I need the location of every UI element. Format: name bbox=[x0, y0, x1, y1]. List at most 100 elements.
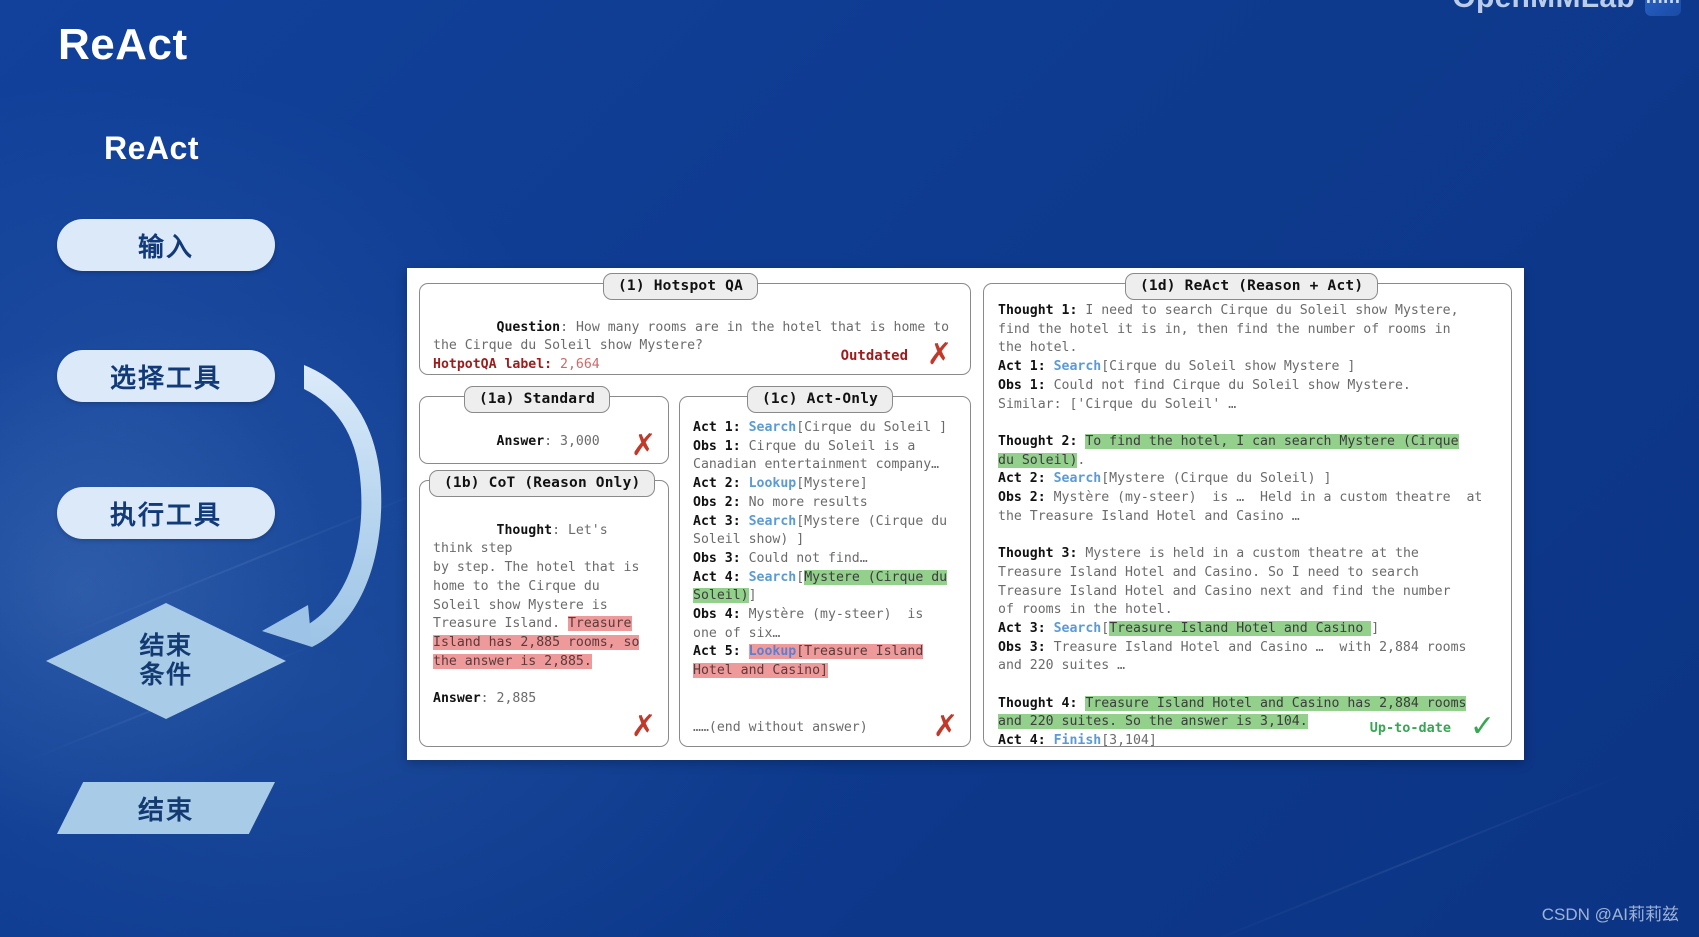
panel-question-body: Question: How many rooms are in the hote… bbox=[420, 284, 970, 402]
transcript-step-label: Act 5 bbox=[693, 644, 733, 660]
transcript-separator: : bbox=[1037, 733, 1054, 749]
end-condition-line2: 条件 bbox=[139, 661, 193, 689]
flow-node-finish: 结束 bbox=[57, 782, 275, 834]
transcript-action-name: Search bbox=[1053, 471, 1102, 487]
flow-node-select-tool: 选择工具 bbox=[57, 350, 275, 402]
act-only-footer: ……(end without answer) bbox=[693, 720, 868, 736]
transcript-step-label: Obs 3 bbox=[998, 639, 1038, 655]
react-figure: Question: How many rooms are in the hote… bbox=[407, 268, 1524, 760]
transcript-text: ] bbox=[1371, 620, 1380, 636]
cot-thought-plain: : Let's think step by step. The hotel th… bbox=[433, 522, 640, 632]
transcript-text: No more results bbox=[748, 494, 868, 510]
panel-cot: Thought: Let's think step by step. The h… bbox=[419, 480, 669, 747]
transcript-step-label: Act 2 bbox=[998, 471, 1038, 487]
transcript-step-label: Obs 1 bbox=[693, 438, 733, 454]
background-glow bbox=[0, 330, 340, 850]
transcript-text: [3,104] bbox=[1101, 733, 1157, 749]
transcript-text: Treasure Island Hotel and Casino … with … bbox=[998, 639, 1467, 674]
transcript-step-label: Act 2 bbox=[693, 476, 733, 492]
transcript-separator: : bbox=[732, 438, 749, 454]
transcript-separator: : bbox=[1037, 471, 1054, 487]
transcript-text: Could not find… bbox=[748, 550, 868, 566]
transcript-step-label: Obs 3 bbox=[693, 550, 733, 566]
flow-node-end-condition: 结束 条件 bbox=[46, 603, 286, 719]
transcript-separator: : bbox=[732, 476, 749, 492]
flow-node-execute-tool: 执行工具 bbox=[57, 487, 275, 539]
cot-thought-label: Thought bbox=[496, 522, 553, 538]
panel-react-body: Thought 1: I need to search Cirque du So… bbox=[984, 284, 1511, 759]
watermark: CSDN @AI莉莉兹 bbox=[1541, 905, 1679, 924]
question-label: Question bbox=[496, 319, 561, 335]
transcript-step-label: Act 4 bbox=[998, 733, 1038, 749]
transcript-step-label: Act 1 bbox=[693, 420, 733, 435]
transcript-text: Could not find Cirque du Soleil show Mys… bbox=[998, 377, 1411, 412]
transcript-separator: : bbox=[1037, 359, 1054, 375]
cross-icon: ✗ bbox=[926, 337, 952, 372]
panel-standard-title: (1a) Standard bbox=[464, 386, 611, 413]
transcript-step-label: Obs 2 bbox=[693, 494, 733, 510]
transcript-text: . bbox=[1077, 452, 1086, 468]
cross-icon: ✗ bbox=[630, 709, 656, 744]
hotpotqa-sep: : bbox=[544, 357, 561, 373]
transcript-step-label: Obs 4 bbox=[693, 607, 733, 623]
page-title: ReAct bbox=[58, 20, 188, 69]
panel-question-title: (1) Hotspot QA bbox=[603, 273, 759, 300]
transcript-separator: : bbox=[732, 550, 749, 566]
openmmlab-logo: OpenMMLab mm bbox=[1452, 0, 1681, 16]
transcript-action-name: Lookup bbox=[748, 476, 797, 492]
panel-cot-body: Thought: Let's think step by step. The h… bbox=[420, 481, 668, 735]
transcript-text: [ bbox=[796, 569, 805, 585]
transcript-text: [Cirque du Soleil show Mystere ] bbox=[1101, 359, 1356, 375]
loop-arrow-icon bbox=[262, 365, 382, 647]
panel-react: Thought 1: I need to search Cirque du So… bbox=[983, 283, 1512, 748]
slide-canvas: OpenMMLab mm ReAct ReAct 输入 选择工具 执行工具 结束… bbox=[0, 0, 1699, 937]
transcript-step-label: Act 3 bbox=[998, 620, 1038, 636]
transcript-separator: : bbox=[1037, 377, 1054, 393]
transcript-action-name-highlighted: Lookup bbox=[748, 644, 797, 660]
transcript-separator: : bbox=[732, 494, 749, 510]
cot-answer-value: : 2,885 bbox=[480, 691, 537, 707]
transcript-text: ] bbox=[748, 588, 757, 604]
transcript-step-label: Thought 4 bbox=[998, 695, 1070, 711]
transcript-step-label: Obs 1 bbox=[998, 377, 1038, 393]
transcript-separator: : bbox=[732, 513, 749, 529]
panel-cot-title: (1b) CoT (Reason Only) bbox=[429, 470, 656, 497]
transcript-separator: : bbox=[1037, 490, 1054, 506]
transcript-separator: : bbox=[1069, 546, 1086, 562]
transcript-separator: : bbox=[1069, 433, 1086, 449]
standard-answer-value: : 3,000 bbox=[544, 433, 600, 449]
section-title: ReAct bbox=[104, 130, 199, 166]
transcript-action-name: Search bbox=[748, 513, 797, 529]
transcript-separator: : bbox=[1069, 695, 1086, 711]
transcript-step-label: Thought 3 bbox=[998, 546, 1070, 562]
hotpotqa-label: HotpotQA label bbox=[433, 357, 545, 373]
transcript-text: [Cirque du Soleil ] bbox=[796, 420, 948, 435]
status-outdated: Outdated bbox=[840, 348, 908, 364]
transcript-action-name: Search bbox=[1053, 359, 1102, 375]
status-up-to-date: Up-to-date bbox=[1369, 720, 1451, 736]
transcript-separator: : bbox=[732, 569, 749, 585]
transcript-text: Mystère (my-steer) is … Held in a custom… bbox=[998, 490, 1483, 524]
transcript-text: [Mystere (Cirque du Soleil) ] bbox=[1101, 471, 1332, 487]
logo-text: OpenMMLab bbox=[1452, 0, 1635, 15]
transcript-step-label: Thought 1 bbox=[998, 303, 1070, 318]
cot-answer-label: Answer bbox=[433, 691, 481, 707]
transcript-separator: : bbox=[732, 644, 749, 660]
panel-act-only-title: (1c) Act-Only bbox=[747, 386, 894, 413]
cross-icon: ✗ bbox=[630, 428, 656, 463]
panel-react-title: (1d) ReAct (Reason + Act) bbox=[1125, 273, 1379, 300]
standard-answer-label: Answer bbox=[496, 433, 545, 449]
transcript-step-label: Act 1 bbox=[998, 359, 1038, 375]
check-icon: ✓ bbox=[1469, 709, 1495, 744]
logo-mark-icon: mm bbox=[1645, 0, 1681, 16]
transcript-separator: : bbox=[732, 420, 749, 435]
transcript-separator: : bbox=[732, 607, 749, 623]
transcript-step-label: Thought 2 bbox=[998, 433, 1070, 449]
transcript-text: [Mystere] bbox=[796, 476, 868, 492]
panel-act-only: Act 1: Search[Cirque du Soleil ] Obs 1: … bbox=[679, 396, 971, 747]
transcript-action-name: Search bbox=[748, 420, 797, 435]
transcript-separator: : bbox=[1037, 620, 1054, 636]
cross-icon: ✗ bbox=[932, 709, 958, 744]
transcript-action-name: Search bbox=[748, 569, 797, 585]
transcript-action-name: Search bbox=[1053, 620, 1102, 636]
